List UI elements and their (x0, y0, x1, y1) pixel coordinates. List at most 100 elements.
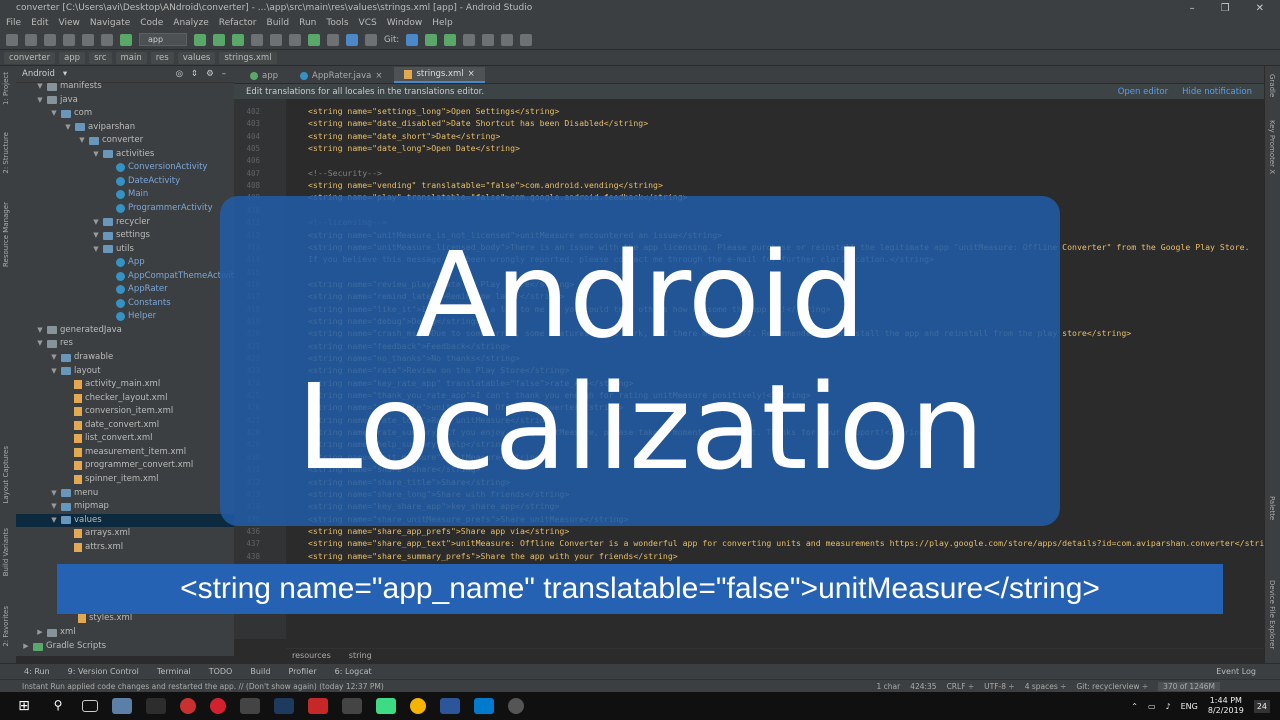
build-variants-tab[interactable]: Build Variants (2, 528, 10, 576)
build-tool-button[interactable]: Build (250, 667, 270, 676)
structure-tool-tab[interactable]: 2: Structure (2, 132, 10, 174)
tree-folder[interactable]: ▼ activities (92, 148, 154, 161)
profile-icon[interactable] (251, 33, 263, 46)
stop-icon[interactable] (289, 33, 301, 46)
tree-file[interactable]: Helper (116, 310, 156, 323)
breadcrumb-item[interactable]: values (177, 51, 216, 64)
tree-file[interactable]: measurement_item.xml (74, 446, 186, 459)
save-icon[interactable] (25, 33, 37, 46)
tree-folder[interactable]: ▼ menu (50, 487, 98, 500)
collapse-icon[interactable]: ⇕ (191, 69, 198, 79)
back-arrow-icon[interactable] (63, 33, 75, 46)
hide-notification-link[interactable]: Hide notification (1182, 87, 1252, 97)
tree-file[interactable]: conversion_item.xml (74, 405, 173, 418)
tab-app[interactable]: app (240, 69, 288, 83)
tree-file[interactable]: attrs.xml (74, 541, 123, 554)
close-button[interactable]: ✕ (1256, 3, 1264, 14)
maximize-button[interactable]: ❐ (1221, 3, 1230, 14)
chevron-down-icon[interactable]: ▼ (78, 134, 86, 147)
menu-navigate[interactable]: Navigate (90, 18, 130, 28)
opera-icon[interactable] (210, 698, 226, 714)
profiler-tool-button[interactable]: Profiler (288, 667, 316, 676)
attach-debugger-icon[interactable] (270, 33, 282, 46)
tree-folder[interactable]: ▼ java (36, 94, 78, 107)
close-icon[interactable]: × (375, 71, 382, 81)
menu-vcs[interactable]: VCS (359, 18, 377, 28)
tree-folder[interactable]: ▼ converter (78, 134, 143, 147)
terminal-tool-button[interactable]: Terminal (157, 667, 191, 676)
feather-app-icon[interactable] (146, 698, 166, 714)
chevron-down-icon[interactable]: ▼ (50, 365, 58, 378)
chevron-down-icon[interactable]: ▼ (50, 514, 58, 527)
language-indicator[interactable]: ENG (1181, 702, 1198, 711)
target-icon[interactable]: ◎ (176, 69, 183, 79)
chevron-down-icon[interactable]: ▼ (92, 243, 100, 256)
line-separator[interactable]: CRLF ÷ (947, 682, 975, 691)
chevron-down-icon[interactable]: ▼ (64, 121, 72, 134)
search-icon[interactable] (520, 33, 533, 46)
resource-manager-tab[interactable]: Resource Manager (2, 202, 10, 267)
sdk-manager-icon[interactable] (346, 33, 358, 46)
chevron-down-icon[interactable]: ▼ (92, 216, 100, 229)
chevron-down-icon[interactable]: ▼ (36, 94, 44, 107)
menu-code[interactable]: Code (140, 18, 163, 28)
project-view-select[interactable]: Android (22, 69, 55, 79)
chevron-down-icon[interactable]: ▾ (63, 69, 67, 79)
chevron-right-icon[interactable]: ▶ (36, 626, 44, 639)
tree-gradle[interactable]: ▶ Gradle Scripts (22, 640, 106, 653)
gear-icon[interactable]: ⚙ (206, 69, 214, 79)
layout-icon[interactable] (101, 33, 113, 46)
chevron-down-icon[interactable]: ▼ (92, 229, 100, 242)
structure-icon[interactable] (501, 33, 514, 46)
menu-help[interactable]: Help (432, 18, 453, 28)
gradle-tool-tab[interactable]: Gradle (1268, 74, 1276, 97)
tree-file[interactable]: ProgrammerActivity (116, 202, 213, 215)
tree-folder[interactable]: ▼ recycler (92, 216, 150, 229)
app-red-icon[interactable] (308, 698, 328, 714)
tree-folder[interactable]: ▼ settings (92, 229, 150, 242)
breadcrumb-item[interactable]: converter (4, 51, 56, 64)
menu-tools[interactable]: Tools (326, 18, 348, 28)
key-promoter-tab[interactable]: Key Promoter X (1268, 120, 1276, 174)
tree-folder[interactable]: ▼ mipmap (50, 500, 109, 513)
tree-file[interactable]: activity_main.xml (74, 378, 160, 391)
git-branch[interactable]: Git: recyclerview ÷ (1076, 682, 1148, 691)
menu-refactor[interactable]: Refactor (219, 18, 257, 28)
app-red-circle-icon[interactable] (180, 698, 196, 714)
forward-arrow-icon[interactable] (82, 33, 94, 46)
device-file-explorer-tab[interactable]: Device File Explorer (1268, 580, 1276, 649)
breadcrumb-item[interactable]: app (59, 51, 86, 64)
open-folder-icon[interactable] (6, 33, 18, 46)
windows-start-icon[interactable]: ⊞ (14, 698, 34, 714)
tree-folder[interactable]: ▼ generatedJava (36, 324, 122, 337)
favorites-tab[interactable]: 2: Favorites (2, 606, 10, 647)
menu-analyze[interactable]: Analyze (173, 18, 208, 28)
tree-file[interactable]: arrays.xml (74, 527, 130, 540)
run-configuration-select[interactable]: app (139, 33, 187, 46)
event-log-button[interactable]: Event Log (1216, 667, 1280, 676)
word-icon[interactable] (440, 698, 460, 714)
tree-file[interactable]: Constants (116, 297, 171, 310)
chevron-down-icon[interactable]: ▼ (36, 324, 44, 337)
git-push-icon[interactable] (444, 33, 457, 46)
xml-crumb-string[interactable]: string (349, 651, 372, 660)
search-icon[interactable]: ⚲ (48, 698, 68, 714)
minimize-button[interactable]: – (1190, 3, 1195, 14)
gradle-sync-icon[interactable] (308, 33, 320, 46)
history-icon[interactable] (463, 33, 476, 46)
notification-center-icon[interactable]: 24 (1253, 699, 1270, 713)
tree-folder[interactable]: ▼ com (50, 107, 92, 120)
layout-captures-tab[interactable]: Layout Captures (2, 446, 10, 504)
android-studio-icon[interactable] (376, 698, 396, 714)
tab-strings-xml[interactable]: strings.xml × (394, 67, 485, 83)
debug-icon[interactable] (232, 33, 244, 46)
hide-icon[interactable]: – (222, 69, 234, 79)
clock[interactable]: 1:44 PM 8/2/2019 (1208, 696, 1244, 716)
layout-inspector-icon[interactable] (365, 33, 377, 46)
menu-build[interactable]: Build (267, 18, 290, 28)
chevron-down-icon[interactable]: ▼ (36, 80, 44, 93)
photoshop-icon[interactable] (274, 698, 294, 714)
close-icon[interactable]: × (468, 69, 475, 79)
xml-crumb-resources[interactable]: resources (292, 651, 331, 660)
run-tool-button[interactable]: 4: Run (24, 667, 50, 676)
